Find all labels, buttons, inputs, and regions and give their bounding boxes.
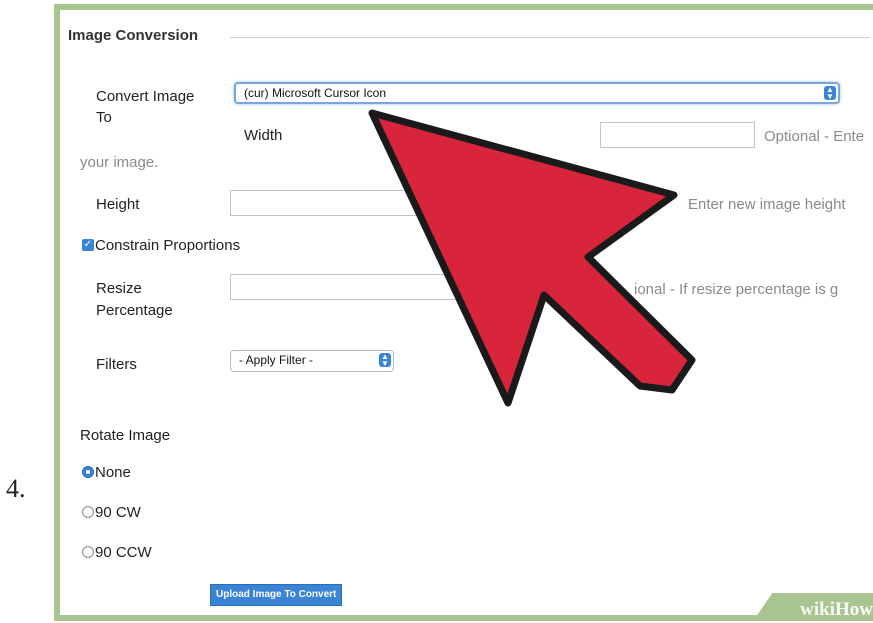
filter-value: - Apply Filter - xyxy=(239,353,314,367)
rotate-90cw-radio[interactable] xyxy=(82,506,94,518)
image-conversion-panel: Image Conversion Convert Image To (cur) … xyxy=(54,4,873,621)
width-hint: Optional - Ente xyxy=(764,128,865,145)
resize-label-line1: Resize xyxy=(96,280,142,297)
height-hint: Enter new image height xyxy=(688,196,846,213)
section-divider xyxy=(230,37,870,38)
rotate-90cw-label: 90 CW xyxy=(95,504,141,521)
select-arrows-icon: ▲ ▼ xyxy=(824,86,836,101)
resize-label-line2: Percentage xyxy=(96,302,173,319)
height-label: Height xyxy=(96,196,140,213)
constrain-label: Constrain Proportions xyxy=(95,237,241,254)
resize-hint: ional - If resize percentage is g xyxy=(634,281,839,298)
step-number: 4. xyxy=(6,474,26,503)
convert-format-select[interactable]: (cur) Microsoft Cursor Icon ▲ ▼ xyxy=(234,82,840,104)
rotate-90ccw-radio[interactable] xyxy=(82,546,94,558)
width-hint-wrap: your image. xyxy=(80,154,159,171)
width-input[interactable] xyxy=(600,122,755,148)
rotate-none-label: None xyxy=(95,464,131,481)
filter-select[interactable]: - Apply Filter - ▲ ▼ xyxy=(230,350,394,372)
upload-button[interactable]: Upload Image To Convert xyxy=(210,584,343,606)
wikihow-watermark: wikiHow xyxy=(749,593,873,615)
convert-label-line1: Convert Image xyxy=(96,88,195,105)
resize-input[interactable] xyxy=(230,274,480,300)
width-label: Width xyxy=(244,127,283,144)
rotate-label: Rotate Image xyxy=(80,427,171,444)
select-arrows-icon: ▲ ▼ xyxy=(379,353,391,368)
constrain-checkbox[interactable]: ✓ xyxy=(82,239,94,251)
convert-label-line2: To xyxy=(96,109,112,126)
section-title: Image Conversion xyxy=(68,27,207,44)
filters-label: Filters xyxy=(96,356,137,373)
rotate-none-radio[interactable] xyxy=(82,466,94,478)
rotate-90ccw-label: 90 CCW xyxy=(95,544,152,561)
height-input[interactable] xyxy=(230,190,505,216)
convert-format-value: (cur) Microsoft Cursor Icon xyxy=(244,86,387,100)
